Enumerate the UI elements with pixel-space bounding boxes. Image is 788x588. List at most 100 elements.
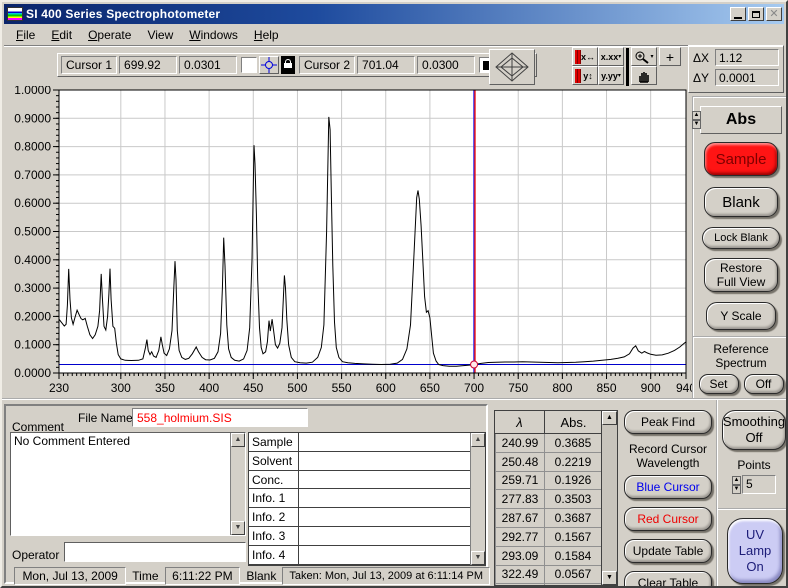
abs-cell[interactable]: 0.1584 — [545, 547, 602, 566]
uv-lamp-button[interactable]: UVLampOn — [727, 518, 783, 584]
cursor-marker[interactable] — [471, 361, 478, 368]
pan-hand-icon[interactable] — [631, 66, 657, 85]
lock-blank-button[interactable]: Lock Blank — [702, 227, 780, 249]
wavelength-cell[interactable]: 259.71 — [495, 472, 545, 491]
clear-table-button[interactable]: Clear Table — [624, 571, 712, 588]
info-row-value[interactable] — [299, 527, 470, 545]
menu-item-edit[interactable]: Edit — [43, 26, 80, 44]
red-cursor-button[interactable]: Red Cursor — [624, 507, 712, 531]
blue-cursor-button[interactable]: Blue Cursor — [624, 475, 712, 499]
info-row-label: Conc. — [249, 471, 299, 489]
restore-full-view-button[interactable]: RestoreFull View — [704, 258, 778, 292]
info-row-value[interactable] — [299, 489, 470, 507]
reference-set-button[interactable]: Set — [699, 374, 739, 394]
cursor1-wavelength[interactable]: 699.92 — [119, 56, 177, 74]
wavelength-table-body: 240.990.3685250.480.2219259.710.1926277.… — [495, 434, 617, 586]
wavelength-cell[interactable]: 333.49 — [495, 584, 545, 586]
abs-cell[interactable]: 0.1567 — [545, 528, 602, 547]
smoothing-button[interactable]: SmoothingOff — [722, 410, 786, 450]
mode-spinner[interactable]: ▲▼ — [692, 111, 701, 129]
y-format-button[interactable]: y.yy▾ — [598, 66, 624, 85]
wavelength-cell[interactable]: 292.77 — [495, 528, 545, 547]
reference-off-button[interactable]: Off — [744, 374, 784, 394]
x-format-button[interactable]: x.xx▾ — [598, 47, 624, 66]
operator-input[interactable] — [64, 542, 246, 562]
delta-panel: ΔX 1.12 ΔY 0.0001 — [688, 45, 784, 93]
spectrum-plot[interactable]: 2303003504004505005506006507007508008509… — [2, 86, 692, 398]
info-row-value[interactable] — [299, 546, 470, 564]
wavelength-cell[interactable]: 277.83 — [495, 490, 545, 509]
close-button[interactable]: ✕ — [766, 7, 782, 21]
menu-item-windows[interactable]: Windows — [181, 26, 246, 44]
points-value[interactable]: 5 — [742, 475, 776, 494]
x-tick-label: 850 — [597, 381, 617, 395]
peak-find-button[interactable]: Peak Find — [624, 410, 712, 434]
minimize-button[interactable] — [730, 7, 746, 21]
maximize-button[interactable] — [748, 7, 764, 21]
points-spinner[interactable]: ▲▼ — [732, 476, 741, 494]
cursor1-label: Cursor 1 — [61, 56, 117, 74]
info-row-value[interactable] — [299, 452, 470, 470]
scroll-up-icon[interactable]: ▲ — [602, 411, 617, 425]
scroll-down-icon[interactable]: ▼ — [471, 551, 485, 565]
cursor2-abs[interactable]: 0.0300 — [417, 56, 475, 74]
title-bar[interactable]: SI 400 Series Spectrophotometer ✕ — [4, 4, 784, 24]
scroll-down-icon[interactable]: ▼ — [602, 571, 617, 585]
menu-item-help[interactable]: Help — [246, 26, 287, 44]
abs-cell[interactable]: 0.3685 — [545, 434, 602, 453]
cursor1-color-swatch[interactable] — [241, 57, 257, 73]
y-autoscale-button[interactable]: y↕ — [572, 66, 598, 85]
wavelength-table-scrollbar[interactable]: ▲ ▼ — [601, 411, 617, 585]
bottom-section: Comment File Name 558_holmium.SIS No Com… — [2, 398, 788, 588]
scroll-up-icon[interactable]: ▲ — [471, 433, 485, 447]
update-table-button[interactable]: Update Table — [624, 539, 712, 563]
comment-panel: Comment File Name 558_holmium.SIS No Com… — [4, 404, 488, 584]
info-row: Solvent — [249, 452, 470, 471]
cursor1-abs[interactable]: 0.0301 — [179, 56, 237, 74]
cursor1-crosshair-icon[interactable] — [259, 56, 279, 74]
file-name-field[interactable]: 558_holmium.SIS — [132, 408, 308, 427]
table-buttons-column: Peak Find Record CursorWavelength Blue C… — [624, 410, 712, 588]
abs-cell[interactable]: 0.1926 — [545, 472, 602, 491]
abs-cell[interactable]: 0.3503 — [545, 490, 602, 509]
wavelength-cell[interactable]: 240.99 — [495, 434, 545, 453]
menu-item-file[interactable]: File — [8, 26, 43, 44]
comment-text: No Comment Entered — [14, 434, 130, 448]
menu-item-view[interactable]: View — [139, 26, 181, 44]
y-tick-label: 0.2000 — [14, 309, 51, 323]
y-scale-button[interactable]: Y Scale — [706, 302, 776, 330]
cursor-mover-button[interactable] — [489, 49, 535, 85]
wavelength-cell[interactable]: 293.09 — [495, 547, 545, 566]
spectrum-chart: 2303003504004505005506006507007508008509… — [2, 86, 692, 398]
zoom-tool-icon[interactable]: ▾ — [631, 47, 657, 66]
y-tick-label: 0.8000 — [14, 140, 51, 154]
blank-button[interactable]: Blank — [704, 187, 778, 217]
scroll-up-icon[interactable]: ▲ — [231, 433, 245, 447]
sample-button[interactable]: Sample — [704, 142, 778, 176]
info-row-value[interactable] — [299, 508, 470, 526]
menu-item-operate[interactable]: Operate — [80, 26, 139, 44]
wavelength-table: λ Abs. 240.990.3685250.480.2219259.710.1… — [494, 410, 618, 586]
info-row: Sample — [249, 433, 470, 452]
abs-column-header: Abs. — [545, 411, 602, 433]
wavelength-cell[interactable]: 287.67 — [495, 509, 545, 528]
y-tick-label: 0.6000 — [14, 196, 51, 210]
abs-cell[interactable]: 0.2219 — [545, 453, 602, 472]
wavelength-cell[interactable]: 322.49 — [495, 566, 545, 585]
cursor1-lock-icon[interactable] — [281, 56, 295, 74]
info-table-scrollbar[interactable]: ▲ ▼ — [470, 433, 485, 565]
abs-cell[interactable]: 0.0567 — [545, 566, 602, 585]
abs-cell[interactable]: 0.3687 — [545, 509, 602, 528]
wavelength-cell[interactable]: 250.48 — [495, 453, 545, 472]
x-autoscale-button[interactable]: x↔ — [572, 47, 598, 66]
cursor2-wavelength[interactable]: 701.04 — [357, 56, 415, 74]
comment-scrollbar[interactable]: ▲ ▼ — [230, 433, 245, 535]
info-row-value[interactable] — [299, 471, 470, 489]
cursor-plus-button[interactable]: + — [659, 47, 681, 66]
comment-textarea[interactable]: No Comment Entered ▲ ▼ — [10, 432, 246, 536]
x-tick-label: 230 — [49, 381, 69, 395]
wavelength-row: 322.490.0567 — [495, 566, 617, 585]
info-row-value[interactable] — [299, 433, 470, 451]
scroll-down-icon[interactable]: ▼ — [231, 521, 245, 535]
abs-cell[interactable]: 0.1567 — [545, 584, 602, 586]
